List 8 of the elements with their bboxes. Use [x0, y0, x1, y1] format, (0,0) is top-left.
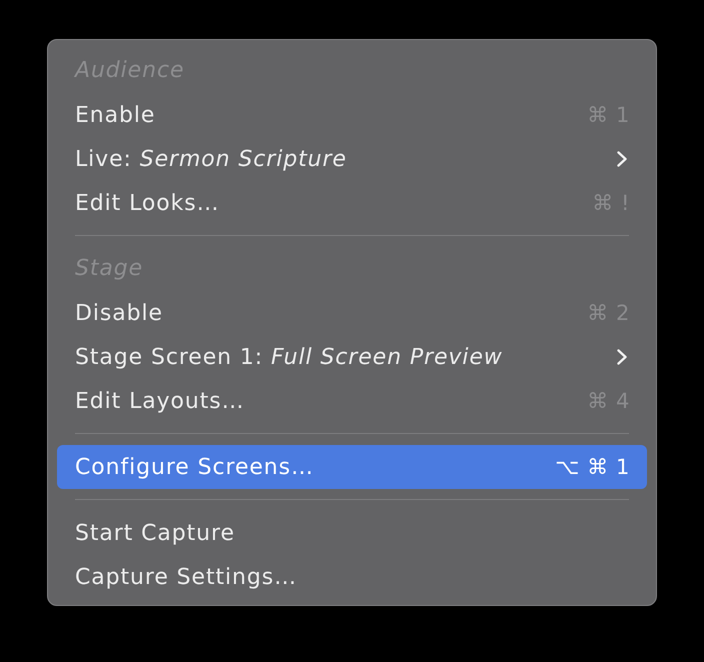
menu-item[interactable]: Stage Screen 1: Full Screen Preview	[57, 335, 647, 379]
menu-item[interactable]: Configure Screens… ⌥ ⌘ 1	[57, 445, 647, 489]
menu-item[interactable]: Start Capture	[57, 511, 647, 555]
menu-item[interactable]: Capture Settings…	[57, 555, 647, 599]
menu-item[interactable]: Edit Looks… ⌘ !	[57, 181, 647, 225]
keyboard-shortcut: ⌘ !	[592, 191, 630, 215]
menu-item[interactable]: Live: Sermon Scripture	[57, 137, 647, 181]
keyboard-shortcut: ⌥ ⌘ 1	[555, 455, 630, 479]
